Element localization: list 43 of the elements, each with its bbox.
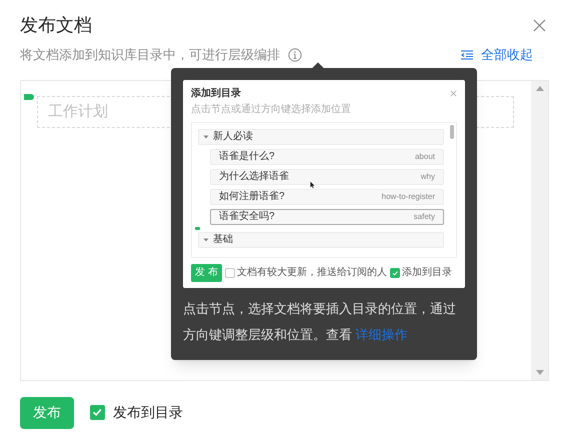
close-icon[interactable] [450, 90, 457, 97]
dialog-subtitle: 将文档添加到知识库目录中，可进行层级编排 [20, 46, 280, 64]
preview-subtitle: 点击节点或通过方向键选择添加位置 [191, 102, 352, 117]
checkbox[interactable] [90, 405, 105, 420]
scroll-up-icon[interactable] [536, 86, 544, 90]
preview-doc-slug: why [420, 173, 435, 181]
preview-doc-title: 语雀安全吗? [219, 212, 275, 222]
check-icon [392, 270, 398, 276]
dialog-title: 发布文档 [20, 14, 92, 37]
scrollbar[interactable] [531, 80, 548, 380]
caret-icon[interactable] [203, 134, 209, 140]
preview-doc-slug: about [414, 153, 435, 161]
caret-icon[interactable] [203, 237, 209, 243]
check-icon [92, 407, 103, 418]
tooltip-text: 点击节点，选择文档将要插入目录的位置，通过方向键调整层级和位置。查看 详细操作 [183, 300, 457, 344]
preview-doc-row[interactable]: 语雀是什么? about [210, 149, 444, 165]
close-icon[interactable] [533, 19, 546, 32]
preview-doc-row[interactable]: 如何注册语雀? how-to-register [210, 189, 444, 205]
preview-group-title: 新人必读 [213, 132, 253, 142]
checkbox-label: 发布到目录 [113, 403, 183, 422]
info-icon[interactable] [288, 48, 302, 62]
preview-doc-row[interactable]: 为什么选择语雀 why [210, 169, 444, 185]
scroll-down-icon[interactable] [536, 370, 544, 374]
option-label: 文档有较大更新，推送给订阅的人 [236, 268, 387, 278]
preview-group-row[interactable]: 基础 [198, 232, 444, 248]
preview-doc-title: 如何注册语雀? [219, 192, 285, 202]
preview-doc-slug: safety [414, 213, 435, 221]
flag-icon [24, 94, 34, 100]
checkbox[interactable] [390, 268, 400, 278]
preview-group-title: 基础 [213, 235, 233, 245]
collapse-icon [461, 50, 473, 60]
preview-title: 添加到目录 [191, 86, 241, 101]
checkbox[interactable] [224, 268, 235, 278]
insert-marker [195, 227, 200, 230]
preview-doc-row[interactable]: 语雀安全吗? safety [210, 209, 444, 225]
collapse-all-button[interactable]: 全部收起 [461, 45, 533, 64]
option-label: 添加到目录 [402, 268, 452, 278]
pointer-cursor-icon [310, 181, 315, 189]
scrollbar[interactable] [450, 125, 454, 139]
preview-doc-slug: how-to-register [382, 193, 435, 201]
preview-doc-title: 语雀是什么? [219, 152, 275, 162]
preview-doc-title: 为什么选择语雀 [219, 172, 289, 182]
preview-group-row[interactable]: 新人必读 [198, 129, 444, 145]
